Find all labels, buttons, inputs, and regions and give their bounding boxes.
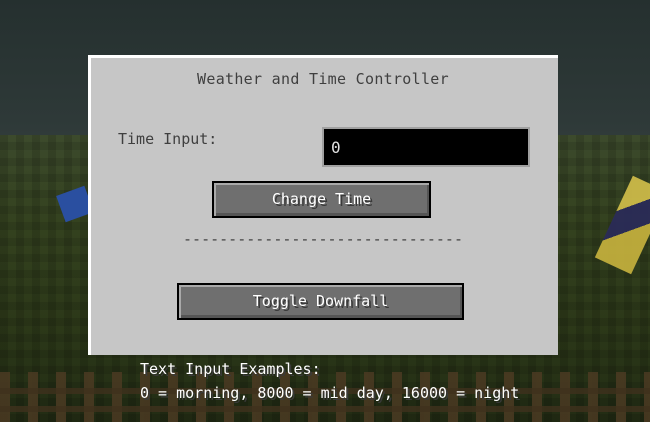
panel-title: Weather and Time Controller — [197, 70, 449, 88]
fence-rail — [0, 406, 650, 412]
weather-time-controller-panel: Weather and Time Controller Time Input: … — [88, 55, 558, 355]
toggle-downfall-button[interactable]: Toggle Downfall — [177, 283, 464, 320]
time-input-label: Time Input: — [118, 130, 218, 148]
change-time-button[interactable]: Change Time — [212, 181, 431, 218]
section-divider: ------------------------------- — [183, 230, 463, 248]
hint-heading: Text Input Examples: — [140, 360, 321, 378]
hint-examples: 0 = morning, 8000 = mid day, 16000 = nig… — [140, 384, 520, 402]
time-input-field[interactable]: 0 — [322, 127, 530, 167]
